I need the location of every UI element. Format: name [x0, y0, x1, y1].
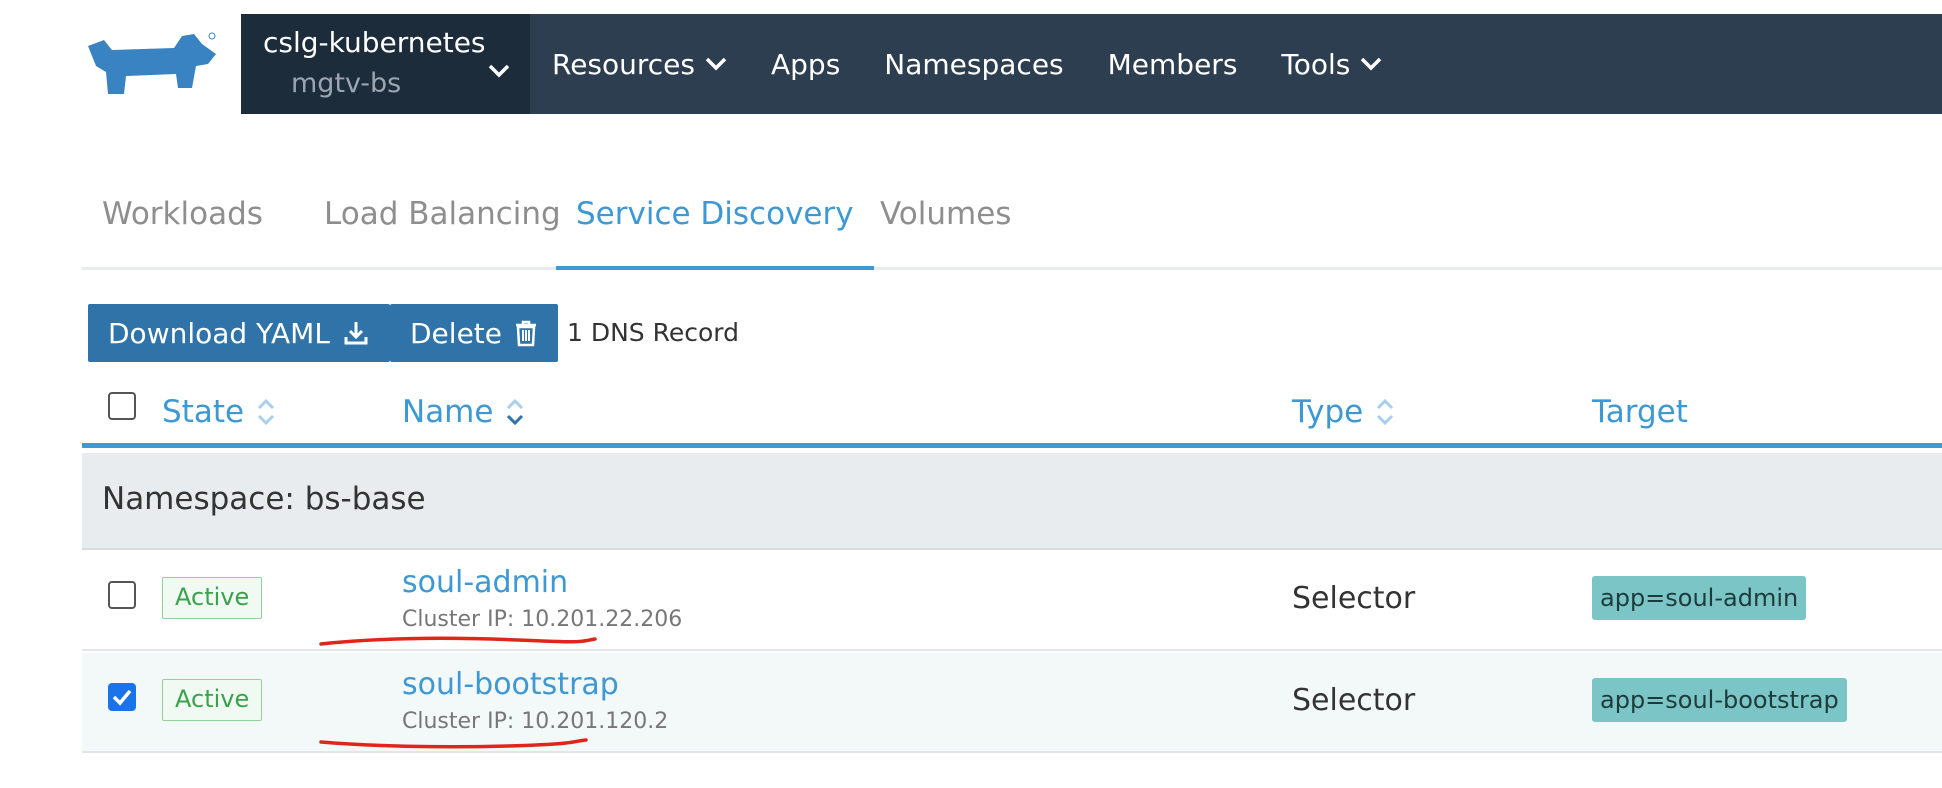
nav-resources[interactable]: Resources: [552, 48, 727, 81]
nav-members[interactable]: Members: [1108, 48, 1238, 81]
service-name-link[interactable]: soul-admin: [402, 565, 568, 600]
column-header-target-label: Target: [1592, 394, 1688, 430]
download-yaml-button[interactable]: Download YAML: [88, 304, 390, 362]
sort-descending-icon: [507, 398, 524, 426]
table-header: State Name Type Target: [82, 380, 1942, 448]
checkmark-icon: [112, 689, 132, 706]
column-header-name[interactable]: Name: [402, 394, 525, 430]
tab-volumes[interactable]: Volumes: [860, 196, 1031, 270]
red-underline-annotation: [319, 636, 597, 646]
namespace-group-row: Namespace: bs-base: [82, 453, 1942, 550]
chevron-down-icon: [1361, 57, 1382, 71]
select-all-checkbox[interactable]: [108, 392, 136, 420]
cluster-project-switcher[interactable]: cslg-kubernetes mgtv-bs: [241, 14, 530, 114]
service-type: Selector: [1292, 581, 1416, 616]
cluster-ip: Cluster IP: 10.201.22.206: [402, 607, 683, 632]
delete-label: Delete: [410, 316, 502, 350]
column-header-state-label: State: [162, 394, 245, 430]
top-navbar: cslg-kubernetes mgtv-bs Resources Apps N…: [241, 14, 1942, 114]
tab-workloads[interactable]: Workloads: [82, 196, 283, 270]
nav-tools-label: Tools: [1281, 47, 1351, 81]
cluster-name: cslg-kubernetes: [263, 26, 486, 59]
project-name: mgtv-bs: [291, 68, 402, 99]
download-icon: [344, 322, 368, 345]
column-header-type-label: Type: [1292, 394, 1364, 430]
selection-count: 1 DNS Record: [567, 318, 739, 347]
nav-apps-label: Apps: [771, 47, 841, 81]
status-badge: Active: [162, 577, 263, 619]
chevron-down-icon: [705, 57, 727, 71]
row-checkbox-checked[interactable]: [108, 683, 136, 711]
red-underline-annotation: [319, 738, 588, 749]
nav-namespaces[interactable]: Namespaces: [884, 48, 1063, 81]
column-header-target: Target: [1592, 394, 1688, 430]
nav-apps[interactable]: Apps: [771, 48, 840, 81]
rancher-logo-icon[interactable]: [82, 30, 218, 102]
trash-icon: [516, 320, 536, 347]
column-header-type[interactable]: Type: [1292, 394, 1395, 430]
cluster-ip: Cluster IP: 10.201.120.2: [402, 709, 669, 734]
nav-tools[interactable]: Tools: [1281, 48, 1382, 81]
tab-load-balancing[interactable]: Load Balancing: [304, 196, 581, 270]
sort-icon: [258, 398, 275, 426]
status-badge: Active: [162, 679, 263, 721]
delete-button[interactable]: Delete: [390, 304, 558, 362]
column-header-name-label: Name: [402, 394, 494, 430]
service-type: Selector: [1292, 683, 1416, 718]
chevron-down-icon: [488, 64, 510, 78]
tab-service-discovery[interactable]: Service Discovery: [556, 196, 874, 270]
row-checkbox[interactable]: [108, 581, 136, 609]
column-header-state[interactable]: State: [162, 394, 276, 430]
resource-tabs: Workloads Load Balancing Service Discove…: [82, 188, 1942, 270]
sort-icon: [1377, 398, 1394, 426]
nav-members-label: Members: [1107, 47, 1238, 81]
service-name-link[interactable]: soul-bootstrap: [402, 667, 619, 702]
target-selector-tag: app=soul-admin: [1592, 576, 1807, 620]
download-yaml-label: Download YAML: [108, 316, 330, 350]
target-selector-tag: app=soul-bootstrap: [1592, 678, 1847, 722]
nav-namespaces-label: Namespaces: [884, 47, 1064, 81]
nav-resources-label: Resources: [552, 47, 695, 81]
namespace-group-label: Namespace: bs-base: [102, 481, 426, 517]
